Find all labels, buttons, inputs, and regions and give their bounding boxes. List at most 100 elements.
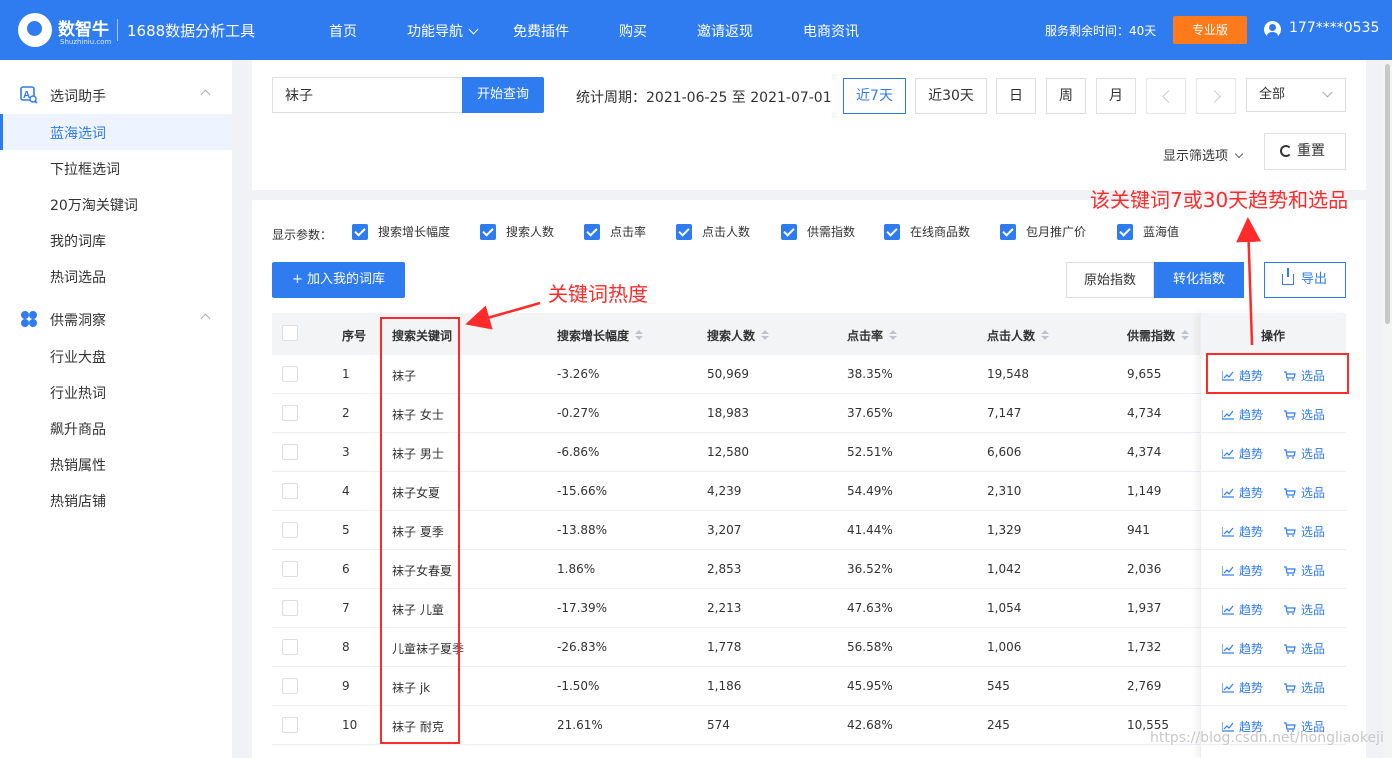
scope-select[interactable]: 全部 — [1246, 78, 1346, 112]
cell-searchers: 12,580 — [707, 445, 749, 459]
cell-index: 9 — [342, 679, 350, 693]
row-checkbox[interactable] — [282, 483, 298, 499]
brand-logo-icon[interactable] — [18, 13, 52, 47]
checkbox-checked-icon — [352, 223, 368, 240]
col-growth[interactable]: 搜索增长幅度 — [557, 327, 644, 344]
brand-name[interactable]: 数智牛 — [58, 15, 109, 40]
sidebar-item-blue-ocean[interactable]: 蓝海选词 — [0, 114, 232, 150]
cell-growth: -6.86% — [557, 445, 600, 459]
service-remaining: 服务剩余时间：40天 — [1045, 24, 1157, 38]
pro-plan-button[interactable]: 专业版 — [1173, 16, 1247, 44]
cell-growth: -0.27% — [557, 406, 600, 420]
operations-highlight — [1206, 353, 1349, 394]
cell-index: 10 — [342, 718, 358, 732]
sidebar-section-label: 供需洞察 — [50, 313, 106, 329]
user-account[interactable]: 177****0535 — [1289, 20, 1379, 36]
row-checkbox[interactable] — [282, 600, 298, 616]
row-checkbox[interactable] — [282, 366, 298, 382]
checkbox-checked-icon — [584, 223, 600, 240]
sidebar-item-hot-shops[interactable]: 热销店铺 — [0, 482, 232, 518]
cell-ctr: 37.65% — [847, 406, 893, 420]
grid-clover-icon — [21, 311, 37, 327]
row-checkbox[interactable] — [282, 522, 298, 538]
period-7-days-button[interactable]: 近7天 — [843, 78, 906, 114]
col-searchers[interactable]: 搜索人数 — [707, 327, 770, 344]
row-checkbox[interactable] — [282, 561, 298, 577]
select-all-checkbox[interactable] — [282, 325, 298, 341]
cell-searchers: 2,213 — [707, 601, 742, 615]
sort-icon[interactable] — [635, 330, 644, 341]
brand-divider — [117, 19, 118, 41]
row-checkbox[interactable] — [282, 678, 298, 694]
row-checkbox[interactable] — [282, 639, 298, 655]
user-avatar-icon[interactable] — [1264, 21, 1281, 38]
col-supply-demand[interactable]: 供需指数 — [1127, 327, 1190, 344]
sort-icon[interactable] — [889, 330, 898, 341]
page-scrollbar[interactable] — [1383, 60, 1392, 758]
cell-clickers: 2,310 — [987, 484, 1022, 498]
row-checkbox[interactable] — [282, 444, 298, 460]
reset-button[interactable]: 重置 — [1264, 133, 1346, 170]
cell-growth: -13.88% — [557, 523, 608, 537]
sidebar-item-hot-attributes[interactable]: 热销属性 — [0, 446, 232, 482]
cell-supply-demand: 2,036 — [1127, 562, 1162, 576]
sort-icon[interactable] — [1181, 330, 1190, 341]
sidebar-item-dropdown-words[interactable]: 下拉框选词 — [0, 150, 232, 186]
sidebar-section-supply-demand[interactable]: 供需洞察 — [0, 300, 232, 336]
col-clickers[interactable]: 点击人数 — [987, 327, 1050, 344]
param-checkbox-supply-demand[interactable]: 供需指数 — [781, 223, 855, 241]
cell-index: 5 — [342, 523, 350, 537]
start-query-button[interactable]: 开始查询 — [462, 77, 544, 113]
row-checkbox[interactable] — [282, 405, 298, 421]
raw-index-button[interactable]: 原始指数 — [1066, 262, 1154, 298]
nav-free-plugins[interactable]: 免费插件 — [513, 21, 569, 41]
export-button[interactable]: 导出 — [1264, 262, 1346, 298]
param-checkbox-growth[interactable]: 搜索增长幅度 — [352, 223, 450, 241]
sidebar-item-rising-products[interactable]: 飙升商品 — [0, 410, 232, 446]
sort-icon[interactable] — [761, 330, 770, 341]
param-checkbox-blue-ocean[interactable]: 蓝海值 — [1117, 223, 1179, 241]
sidebar-item-my-library[interactable]: 我的词库 — [0, 222, 232, 258]
param-checkbox-ctr[interactable]: 点击率 — [584, 223, 646, 241]
param-checkbox-monthly-promo[interactable]: 包月推广价 — [1000, 223, 1086, 241]
cell-clickers: 1,042 — [987, 562, 1022, 576]
sidebar-item-industry-hot-words[interactable]: 行业热词 — [0, 374, 232, 410]
sidebar-item-200k-keywords[interactable]: 20万淘关键词 — [0, 186, 232, 222]
nav-invite-cashback[interactable]: 邀请返现 — [697, 21, 753, 41]
period-month-button[interactable]: 月 — [1096, 78, 1136, 114]
row-checkbox[interactable] — [282, 717, 298, 733]
cell-searchers: 18,983 — [707, 406, 749, 420]
nav-ecommerce-news[interactable]: 电商资讯 — [803, 21, 859, 41]
add-to-library-button[interactable]: + 加入我的词库 — [272, 262, 405, 298]
cell-index: 8 — [342, 640, 350, 654]
param-checkbox-searchers[interactable]: 搜索人数 — [480, 223, 554, 241]
sidebar-item-hot-word-selection[interactable]: 热词选品 — [0, 258, 232, 294]
period-week-button[interactable]: 周 — [1046, 78, 1086, 114]
next-period-arrow-icon[interactable] — [1196, 78, 1236, 114]
sidebar-item-industry-overview[interactable]: 行业大盘 — [0, 338, 232, 374]
converted-index-button[interactable]: 转化指数 — [1154, 262, 1244, 298]
cell-ctr: 45.95% — [847, 679, 893, 693]
period-30-days-button[interactable]: 近30天 — [915, 78, 987, 114]
cell-index: 2 — [342, 406, 350, 420]
cell-clickers: 7,147 — [987, 406, 1022, 420]
refresh-icon — [1280, 145, 1292, 157]
prev-period-arrow-icon[interactable] — [1146, 78, 1186, 114]
col-ctr[interactable]: 点击率 — [847, 327, 898, 344]
chevron-up-icon — [200, 313, 211, 324]
period-day-button[interactable]: 日 — [996, 78, 1036, 114]
trend-select-annotation: 该关键词7或30天趋势和选品 — [1090, 188, 1349, 212]
nav-home[interactable]: 首页 — [329, 21, 357, 41]
sidebar-section-keyword-assistant[interactable]: A 选词助手 — [0, 76, 232, 112]
cell-ctr: 41.44% — [847, 523, 893, 537]
sort-icon[interactable] — [1041, 330, 1050, 341]
cell-clickers: 6,606 — [987, 445, 1022, 459]
param-checkbox-clickers[interactable]: 点击人数 — [676, 223, 750, 241]
show-filters-toggle[interactable]: 显示筛选项 — [1163, 145, 1244, 164]
nav-buy[interactable]: 购买 — [619, 21, 647, 41]
nav-features[interactable]: 功能导航 — [407, 21, 479, 41]
keyword-search-input[interactable] — [272, 77, 462, 113]
param-checkbox-online-products[interactable]: 在线商品数 — [884, 223, 970, 241]
cell-searchers: 1,778 — [707, 640, 742, 654]
scrollbar-thumb[interactable] — [1385, 64, 1390, 324]
